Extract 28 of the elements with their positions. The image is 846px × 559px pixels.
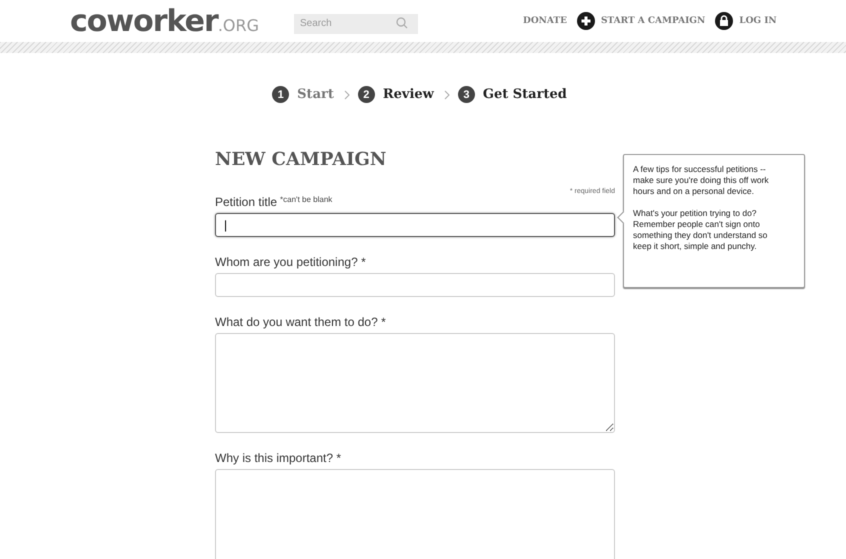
step-label[interactable]: Start	[297, 87, 334, 102]
text-area[interactable]	[215, 469, 615, 559]
error-note: *can't be blank	[280, 195, 332, 204]
nav-link[interactable]: DONATE	[523, 16, 567, 26]
chevron-icon	[444, 90, 450, 100]
step-label[interactable]: Get Started	[482, 87, 567, 102]
chevron-icon	[344, 90, 350, 100]
text-area[interactable]	[215, 333, 615, 433]
tooltip-text: A few tips for successful petitions -- make sure you're doing this off work hours and on a personal device.	[633, 164, 770, 197]
form-title: NEW CAMPAIGN	[215, 149, 388, 170]
field-label: Why is this important? *	[215, 451, 342, 465]
input-field[interactable]	[215, 273, 615, 297]
field-label: What do you want them to do? *	[215, 315, 387, 329]
nav-link[interactable]: START A CAMPAIGN	[600, 16, 706, 26]
field-label: Whom are you petitioning? *	[215, 255, 367, 269]
step-number: 3	[458, 86, 475, 103]
step-number: 1	[272, 86, 290, 103]
lock-icon	[715, 12, 734, 30]
step-number: 2	[358, 86, 375, 103]
field-label: Petition title	[215, 195, 278, 209]
logo[interactable]: coworker.ORG	[70, 4, 260, 38]
search-field[interactable]: Search	[294, 14, 418, 34]
plus-icon	[576, 12, 595, 30]
search-icon	[396, 17, 408, 29]
input-field[interactable]: |	[215, 213, 615, 237]
tooltip-text: What's your petition trying to do? Remember people can't sign onto something they don't understand so keep it short, simple and punchy.	[633, 208, 768, 252]
step-label[interactable]: Review	[382, 87, 434, 102]
nav-link[interactable]: LOG IN	[739, 16, 777, 26]
